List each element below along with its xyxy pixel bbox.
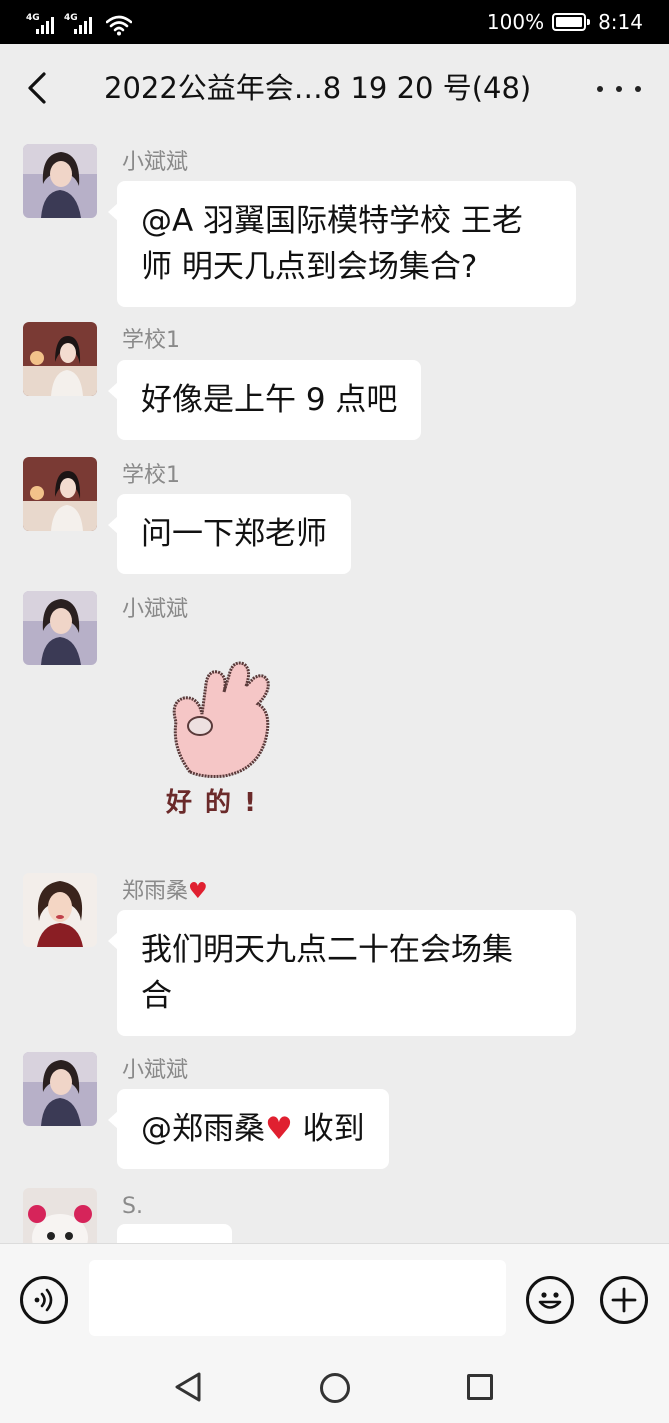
avatar[interactable] <box>23 322 97 396</box>
message-bubble[interactable]: @郑雨桑♥ 收到 <box>108 1089 389 1169</box>
message-input[interactable] <box>89 1260 506 1336</box>
battery-fill <box>556 17 583 27</box>
sender-name: S. <box>122 1194 143 1219</box>
heart-icon: ♥ <box>265 1111 293 1147</box>
signal-icon: 4G <box>64 12 92 36</box>
heart-icon: ♥ <box>188 879 208 904</box>
battery-icon <box>552 13 591 31</box>
plus-button[interactable] <box>600 1276 648 1324</box>
ok-hand-sticker <box>172 661 270 778</box>
clock: 8:14 <box>598 10 643 34</box>
message-bubble[interactable]: 好像是上午 9 点吧 <box>107 360 422 440</box>
status-bar-left: 4G 4G <box>26 8 132 36</box>
signal-icon: 4G <box>26 12 54 36</box>
nav-back-icon[interactable] <box>173 1371 203 1403</box>
back-button[interactable] <box>18 66 58 110</box>
sender-name-text: 郑雨桑 <box>122 879 189 904</box>
battery-percent: 100% <box>486 10 545 34</box>
status-bar: 4G 4G 100% 8:14 <box>0 0 669 44</box>
message-bubble[interactable]: 我们明天九点二十在会场集 合 <box>108 910 576 1036</box>
chat-title: 2022公益年会…8 19 20 号(48) <box>104 71 532 105</box>
avatar[interactable] <box>23 144 97 218</box>
sender-name: 学校1 <box>122 463 180 488</box>
nav-recent-icon[interactable] <box>467 1374 493 1400</box>
message-text: 合 <box>141 978 172 1014</box>
message-text: 问一下郑老师 <box>141 516 327 552</box>
message-bubble[interactable]: @A 羽翼国际模特学校 王老 师 明天几点到会场集合? <box>108 181 576 307</box>
sender-name: 学校1 <box>122 328 180 353</box>
avatar[interactable] <box>23 591 97 665</box>
message-bubble[interactable] <box>117 1224 232 1243</box>
message-text: 收到 <box>292 1111 365 1147</box>
plus-icon <box>611 1287 637 1313</box>
voice-icon <box>34 1288 53 1312</box>
sender-name: 小斌斌 <box>122 597 189 622</box>
more-dots-icon <box>597 86 603 92</box>
avatar[interactable] <box>23 1188 97 1243</box>
emoji-button[interactable] <box>526 1276 574 1324</box>
avatar[interactable] <box>23 873 97 947</box>
nav-home-icon[interactable] <box>320 1373 350 1403</box>
message-text: 我们明天九点二十在会场集 <box>141 932 513 968</box>
more-dot <box>635 86 641 92</box>
system-nav-bar <box>0 1353 669 1423</box>
message-text: 好像是上午 9 点吧 <box>141 382 398 418</box>
sender-name: 小斌斌 <box>122 150 189 175</box>
chat-header: 2022公益年会…8 19 20 号(48) <box>0 44 669 132</box>
message-list[interactable]: 小斌斌 @A 羽翼国际模特学校 王老 师 明天几点到会场集合? 学校1 好像是上… <box>0 132 669 1243</box>
more-button[interactable] <box>597 74 641 104</box>
avatar[interactable] <box>23 457 97 531</box>
sticker-message[interactable]: 好 的 ! <box>150 652 310 832</box>
more-dot <box>616 86 622 92</box>
status-bar-right: 100% 8:14 <box>487 8 643 36</box>
chevron-left-icon <box>28 72 46 104</box>
voice-button[interactable] <box>20 1276 68 1324</box>
sender-name: 郑雨桑♥ <box>122 879 208 905</box>
sticker-caption: 好 的 ! <box>166 788 258 818</box>
message-text: 师 明天几点到会场集合? <box>141 249 478 285</box>
mention-text: @郑雨桑 <box>141 1111 265 1147</box>
sender-name: 小斌斌 <box>122 1058 189 1083</box>
wifi-icon <box>106 15 132 36</box>
input-bar <box>0 1243 669 1353</box>
emoji-icon <box>538 1292 562 1309</box>
message-text: @A 羽翼国际模特学校 王老 <box>141 203 523 239</box>
avatar[interactable] <box>23 1052 97 1126</box>
message-bubble[interactable]: 问一下郑老师 <box>108 494 351 574</box>
